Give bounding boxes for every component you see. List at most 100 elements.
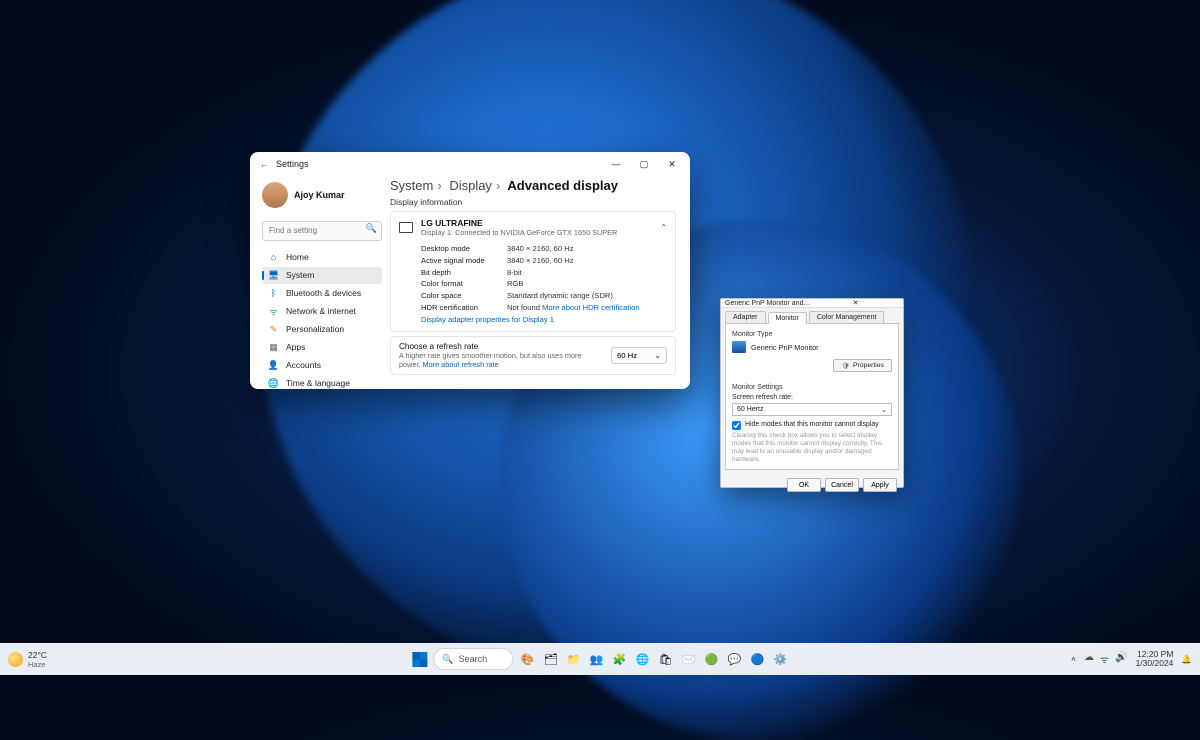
nav-network[interactable]: ᯤNetwork & internet (262, 303, 382, 320)
hide-modes-checkbox[interactable]: Hide modes that this monitor cannot disp… (732, 421, 892, 430)
tray-expand[interactable]: ˄ (1071, 654, 1076, 664)
monitor-settings-label: Monitor Settings (732, 384, 892, 391)
chevron-down-icon: ⌄ (881, 406, 887, 414)
chevron-down-icon: ⌄ (655, 351, 661, 360)
search-icon: 🔍 (442, 654, 453, 665)
settings-titlebar: ← Settings ― ▢ ✕ (250, 152, 690, 176)
tab-adapter[interactable]: Adapter (725, 311, 766, 323)
row-active-signal: Active signal mode3840 × 2160, 60 Hz (421, 255, 667, 267)
weather-temp: 22°C (28, 650, 47, 660)
monitor-icon (399, 222, 413, 233)
windows-icon (412, 652, 427, 667)
refresh-title: Choose a refresh rate (399, 342, 603, 351)
teams-icon[interactable]: 👥 (588, 650, 606, 668)
settings-icon[interactable]: ⚙️ (772, 650, 790, 668)
globe-icon: 🌐 (268, 378, 279, 389)
monitor-icon (732, 341, 746, 353)
refresh-more-link[interactable]: More about refresh rate (423, 360, 499, 369)
props-title: Generic PnP Monitor and NVIDIA GeForce G… (725, 300, 812, 307)
wifi-icon: ᯤ (268, 306, 279, 317)
minimize-button[interactable]: ― (602, 154, 630, 174)
settings-sidebar: Ajoy Kumar 🔍 ⌂Home 🖥System ᛒBluetooth & … (250, 176, 388, 389)
section-title: Display information (390, 197, 676, 207)
monitor-name: Generic PnP Monitor (751, 343, 819, 352)
row-color-format: Color formatRGB (421, 278, 667, 290)
mail-icon[interactable]: ✉️ (680, 650, 698, 668)
crumb-system[interactable]: System (390, 178, 433, 193)
volume-icon[interactable]: 🔊 (1115, 652, 1127, 666)
refresh-rate-dropdown[interactable]: 60 Hz⌄ (611, 347, 667, 364)
home-icon: ⌂ (268, 252, 279, 263)
row-hdr: HDR certificationNot found More about HD… (421, 302, 667, 314)
explorer-icon[interactable]: 📁 (565, 650, 583, 668)
settings-content: System› Display› Advanced display Displa… (388, 176, 690, 389)
accounts-icon: 👤 (268, 360, 279, 371)
nav-personalization[interactable]: ✎Personalization (262, 321, 382, 338)
ok-button[interactable]: OK (787, 478, 821, 492)
brush-icon: ✎ (268, 324, 279, 335)
nav-accounts[interactable]: 👤Accounts (262, 357, 382, 374)
back-button[interactable]: ← (254, 159, 274, 169)
clock[interactable]: 12:20 PM 1/30/2024 (1136, 650, 1174, 668)
weather-cond: Haze (28, 660, 47, 669)
tab-color[interactable]: Color Management (809, 311, 885, 323)
close-button[interactable]: ✕ (812, 299, 899, 307)
taskbar: 22°C Haze 🔍Search 🎨 🗂 📁 👥 🧩 🌐 🛍 ✉️ 🟢 💬 🔵… (0, 643, 1200, 675)
refresh-rate-card: Choose a refresh rate A higher rate give… (390, 336, 676, 375)
chevron-up-icon: ⌃ (660, 223, 667, 232)
nav-apps[interactable]: ▦Apps (262, 339, 382, 356)
nav-time[interactable]: 🌐Time & language (262, 375, 382, 390)
display-card[interactable]: LG ULTRAFINE Display 1: Connected to NVI… (390, 211, 676, 332)
avatar (262, 182, 288, 208)
row-desktop-mode: Desktop mode3840 × 2160, 60 Hz (421, 243, 667, 255)
nav-system[interactable]: 🖥System (262, 267, 382, 284)
hide-modes-hint: Clearing this check box allows you to se… (732, 432, 892, 464)
edge-icon[interactable]: 🌐 (634, 650, 652, 668)
props-tabs: Adapter Monitor Color Management (721, 308, 903, 323)
system-icon: 🖥 (268, 270, 279, 281)
nav-home[interactable]: ⌂Home (262, 249, 382, 266)
display-sub: Display 1: Connected to NVIDIA GeForce G… (421, 228, 652, 237)
user-name: Ajoy Kumar (294, 190, 345, 200)
onedrive-icon[interactable]: ☁ (1084, 652, 1094, 666)
settings-window: ← Settings ― ▢ ✕ Ajoy Kumar 🔍 ⌂Home 🖥Sys… (250, 152, 690, 389)
close-button[interactable]: ✕ (658, 154, 686, 174)
display-name: LG ULTRAFINE (421, 218, 652, 228)
search-input[interactable] (262, 221, 382, 241)
adapter-properties-link[interactable]: Display adapter properties for Display 1 (421, 314, 554, 326)
bluetooth-icon: ᛒ (268, 288, 279, 299)
hdr-link[interactable]: More about HDR certification (542, 303, 640, 312)
taskbar-search[interactable]: 🔍Search (433, 648, 513, 670)
wifi-icon[interactable]: ᯤ (1100, 652, 1109, 666)
user-block[interactable]: Ajoy Kumar (262, 182, 382, 208)
apply-button[interactable]: Apply (863, 478, 897, 492)
crumb-current: Advanced display (507, 178, 618, 193)
whatsapp-icon[interactable]: 💬 (726, 650, 744, 668)
monitor-properties-window: Generic PnP Monitor and NVIDIA GeForce G… (720, 298, 904, 488)
props-titlebar: Generic PnP Monitor and NVIDIA GeForce G… (721, 299, 903, 308)
search-icon: 🔍 (366, 223, 377, 234)
row-bit-depth: Bit depth8-bit (421, 267, 667, 279)
settings-title: Settings (274, 159, 309, 169)
taskbar-icon[interactable]: 🔵 (749, 650, 767, 668)
chrome-icon[interactable]: 🟢 (703, 650, 721, 668)
start-button[interactable] (410, 650, 428, 668)
crumb-display[interactable]: Display (449, 178, 492, 193)
refresh-rate-label: Screen refresh rate: (732, 394, 892, 401)
shield-icon: 🛡 (841, 362, 850, 370)
notifications-icon[interactable]: 🔔 (1181, 654, 1192, 665)
cancel-button[interactable]: Cancel (825, 478, 859, 492)
nav-bluetooth[interactable]: ᛒBluetooth & devices (262, 285, 382, 302)
task-view-button[interactable]: 🗂 (542, 650, 560, 668)
monitor-type-label: Monitor Type (732, 331, 892, 338)
breadcrumb: System› Display› Advanced display (390, 178, 676, 193)
taskbar-icon[interactable]: 🎨 (519, 650, 537, 668)
weather-widget[interactable]: 22°C Haze (8, 650, 47, 669)
maximize-button[interactable]: ▢ (630, 154, 658, 174)
properties-button[interactable]: 🛡Properties (833, 359, 892, 372)
weather-icon (8, 652, 23, 667)
store-icon[interactable]: 🛍 (657, 650, 675, 668)
taskbar-icon[interactable]: 🧩 (611, 650, 629, 668)
tab-monitor[interactable]: Monitor (768, 312, 807, 324)
refresh-rate-select[interactable]: 60 Hertz⌄ (732, 403, 892, 416)
